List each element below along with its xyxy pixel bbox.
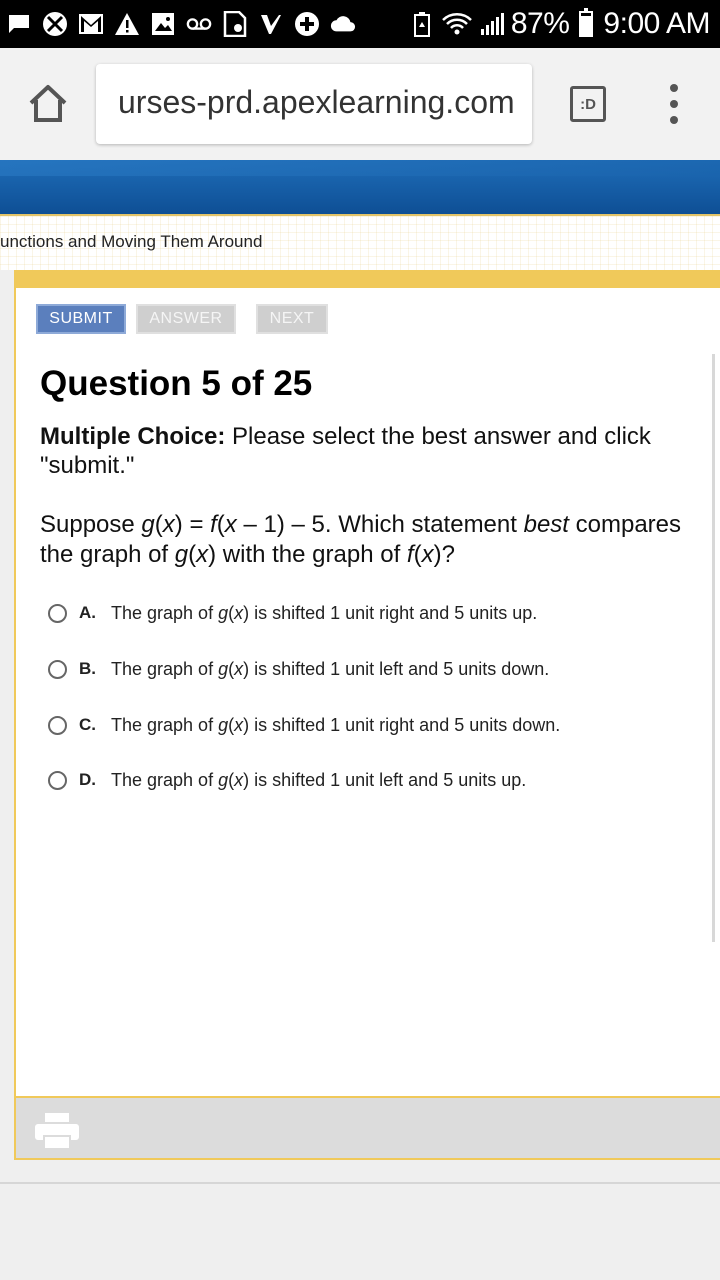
notification-icons: [6, 10, 356, 38]
battery-saver-icon: [409, 11, 435, 37]
sim-icon: [222, 11, 248, 37]
choice-text: The graph of g(x) is shifted 1 unit left…: [111, 659, 549, 680]
choice-text-part: ) is shifted 1 unit right and 5 units up…: [243, 602, 538, 623]
browser-toolbar: urses-prd.apexlearning.com :D: [0, 48, 720, 160]
question-instructions: Multiple Choice: Please select the best …: [40, 422, 700, 480]
menu-dot: [670, 84, 678, 92]
check-icon: [258, 11, 284, 37]
question-title: Question 5 of 25: [40, 364, 313, 403]
page-bottom-divider: [0, 1182, 720, 1184]
address-bar[interactable]: urses-prd.apexlearning.com: [96, 64, 532, 144]
prompt-text: (: [216, 511, 225, 538]
choice-c[interactable]: C. The graph of g(x) is shifted 1 unit r…: [48, 710, 708, 740]
question-prompt: Suppose g(x) = f(x – 1) – 5. Which state…: [40, 510, 716, 570]
lesson-header: unctions and Moving Them Around: [0, 216, 720, 270]
choice-text-part: ) is shifted 1 unit left and 5 units up.: [243, 769, 527, 790]
choice-letter: A.: [79, 603, 96, 622]
choice-text-part: The graph of: [111, 658, 219, 679]
prompt-var: f: [210, 511, 217, 538]
radio-button[interactable]: [48, 715, 67, 735]
choice-letter: C.: [79, 715, 96, 734]
prompt-text: Suppose: [40, 511, 142, 538]
choice-d[interactable]: D. The graph of g(x) is shifted 1 unit l…: [48, 765, 708, 795]
choice-text-part: The graph of: [111, 714, 219, 735]
system-indicators: 87% 9:00 AM: [409, 7, 710, 40]
prompt-var: x: [224, 511, 237, 538]
overflow-menu-icon[interactable]: [664, 84, 684, 124]
choice-var: x: [234, 769, 244, 790]
prompt-text: )?: [433, 541, 455, 568]
choice-letter: D.: [79, 770, 96, 789]
panel-footer: [16, 1096, 720, 1158]
choice-text: The graph of g(x) is shifted 1 unit righ…: [111, 603, 537, 624]
warning-icon: [114, 11, 140, 37]
prompt-text: ) =: [174, 511, 211, 538]
chat-icon: [6, 11, 32, 37]
prompt-var: g: [141, 511, 155, 538]
question-panel: SUBMIT ANSWER NEXT Question 5 of 25 Mult…: [14, 270, 720, 1160]
clock: 9:00 AM: [603, 7, 710, 40]
plus-app-icon: [294, 11, 320, 37]
prompt-text: (: [413, 541, 422, 568]
choice-var: g: [218, 769, 229, 790]
choice-var: g: [218, 602, 229, 623]
tab-switcher-button[interactable]: :D: [570, 86, 606, 122]
radio-button[interactable]: [48, 603, 67, 623]
choice-var: g: [218, 658, 229, 679]
next-button[interactable]: NEXT: [256, 304, 328, 334]
prompt-var: x: [196, 541, 209, 568]
answer-button[interactable]: ANSWER: [136, 304, 236, 334]
scrollbar[interactable]: [712, 354, 715, 942]
choice-var: x: [234, 714, 244, 735]
choice-text-part: ) is shifted 1 unit right and 5 units do…: [243, 714, 561, 735]
choice-letter: B.: [79, 659, 96, 678]
prompt-text: ) with the graph of: [208, 541, 407, 568]
choice-text-part: ) is shifted 1 unit left and 5 units dow…: [243, 658, 550, 679]
prompt-var: x: [421, 541, 434, 568]
choice-b[interactable]: B. The graph of g(x) is shifted 1 unit l…: [48, 654, 708, 684]
menu-dot: [670, 100, 678, 108]
voicemail-icon: [186, 11, 212, 37]
choice-text: The graph of g(x) is shifted 1 unit righ…: [111, 715, 560, 736]
gmail-icon: [78, 11, 104, 37]
lesson-title: unctions and Moving Them Around: [0, 232, 263, 251]
home-button[interactable]: [26, 82, 70, 126]
wifi-icon: [441, 11, 473, 37]
signal-icon: [479, 11, 505, 37]
panel-top-bar: [16, 270, 720, 288]
choice-text-part: The graph of: [111, 602, 219, 623]
battery-icon: [579, 8, 594, 37]
image-icon: [150, 11, 176, 37]
prompt-var: g: [174, 541, 189, 568]
instructions-label: Multiple Choice:: [40, 423, 226, 450]
home-icon: [29, 85, 67, 122]
choice-var: x: [234, 658, 244, 679]
cloud-icon: [330, 11, 356, 37]
prompt-text: (: [188, 541, 197, 568]
prompt-emphasis: best: [523, 511, 569, 538]
prompt-text: – 1) – 5. Which statement: [236, 511, 524, 538]
prompt-var: x: [162, 511, 175, 538]
radio-button[interactable]: [48, 770, 67, 790]
print-icon: [35, 1113, 79, 1150]
url-text: urses-prd.apexlearning.com: [118, 84, 515, 120]
xbox-icon: [42, 11, 68, 37]
site-banner: [0, 160, 720, 214]
choice-var: g: [218, 714, 229, 735]
menu-dot: [670, 116, 678, 124]
prompt-text: (: [154, 511, 163, 538]
battery-percent: 87%: [510, 7, 570, 40]
choice-a[interactable]: A. The graph of g(x) is shifted 1 unit r…: [48, 598, 708, 628]
choice-text: The graph of g(x) is shifted 1 unit left…: [111, 770, 526, 791]
status-bar: 87% 9:00 AM: [0, 0, 720, 48]
choice-text-part: The graph of: [111, 769, 219, 790]
prompt-var: f: [406, 541, 414, 568]
submit-button[interactable]: SUBMIT: [36, 304, 126, 334]
print-button[interactable]: [34, 1112, 80, 1150]
battery-level: [581, 15, 592, 35]
radio-button[interactable]: [48, 659, 67, 679]
choice-var: x: [234, 602, 244, 623]
